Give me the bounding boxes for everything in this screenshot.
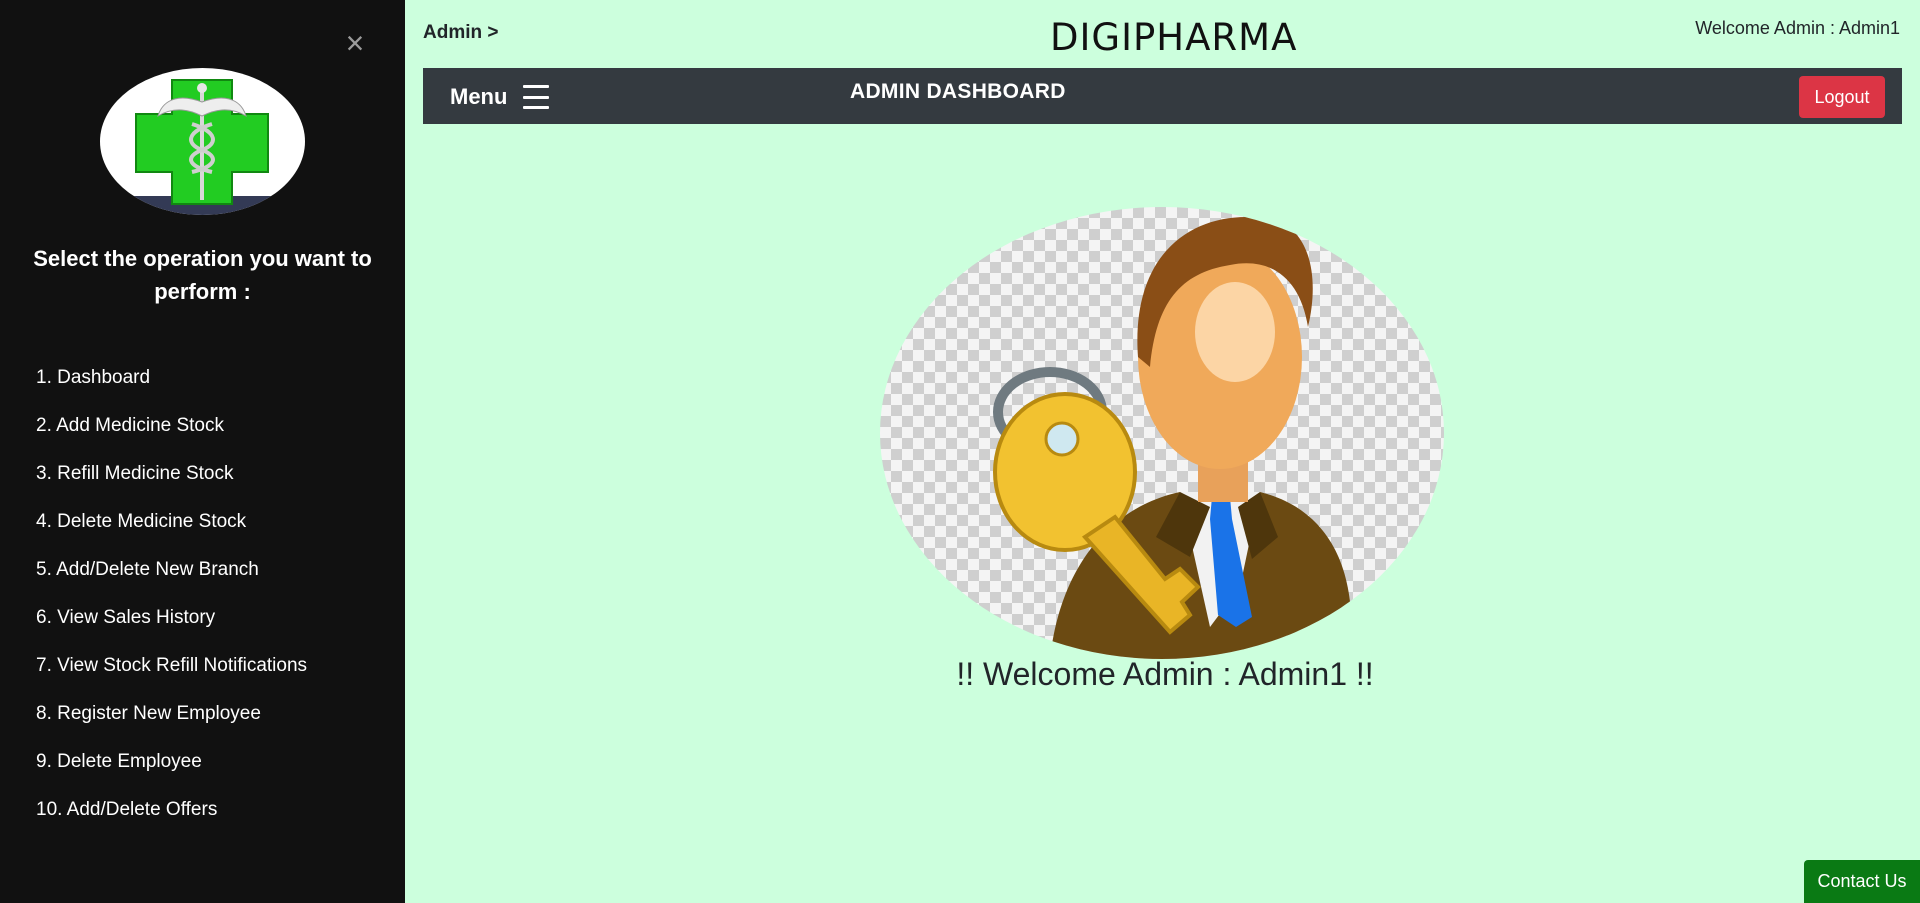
sidebar: × Select the operation you want to perfo…: [0, 0, 405, 903]
welcome-message: !! Welcome Admin : Admin1 !!: [956, 656, 1374, 692]
sidebar-item-view-sales-history[interactable]: 6. View Sales History: [36, 598, 307, 646]
sidebar-menu: 1. Dashboard 2. Add Medicine Stock 3. Re…: [36, 358, 307, 838]
brand-title: DIGIPHARMA: [1050, 16, 1298, 59]
sidebar-item-add-delete-branch[interactable]: 5. Add/Delete New Branch: [36, 550, 307, 598]
sidebar-item-delete-medicine-stock[interactable]: 4. Delete Medicine Stock: [36, 502, 307, 550]
sidebar-heading: Select the operation you want to perform…: [33, 246, 372, 304]
close-icon[interactable]: ×: [340, 27, 370, 59]
logout-button[interactable]: Logout: [1799, 76, 1885, 118]
sidebar-item-register-employee[interactable]: 8. Register New Employee: [36, 694, 307, 742]
hamburger-icon: [523, 85, 550, 109]
sidebar-item-add-delete-offers[interactable]: 10. Add/Delete Offers: [36, 790, 307, 838]
menu-toggle-button[interactable]: Menu: [450, 80, 550, 114]
breadcrumb[interactable]: Admin >: [423, 22, 498, 44]
caduceus-logo-icon: [100, 68, 305, 215]
top-navbar: Menu ADMIN DASHBOARD Logout: [423, 68, 1902, 124]
sidebar-item-add-medicine-stock[interactable]: 2. Add Medicine Stock: [36, 406, 307, 454]
sidebar-item-delete-employee[interactable]: 9. Delete Employee: [36, 742, 307, 790]
sidebar-item-stock-refill-notifications[interactable]: 7. View Stock Refill Notifications: [36, 646, 307, 694]
admin-key-icon: [880, 207, 1444, 659]
contact-us-button[interactable]: Contact Us: [1804, 860, 1920, 903]
sidebar-item-dashboard[interactable]: 1. Dashboard: [36, 358, 307, 406]
dashboard-title: ADMIN DASHBOARD: [850, 80, 1066, 103]
welcome-user-text: Welcome Admin : Admin1: [1695, 18, 1900, 38]
menu-label: Menu: [450, 84, 508, 109]
sidebar-item-refill-medicine-stock[interactable]: 3. Refill Medicine Stock: [36, 454, 307, 502]
